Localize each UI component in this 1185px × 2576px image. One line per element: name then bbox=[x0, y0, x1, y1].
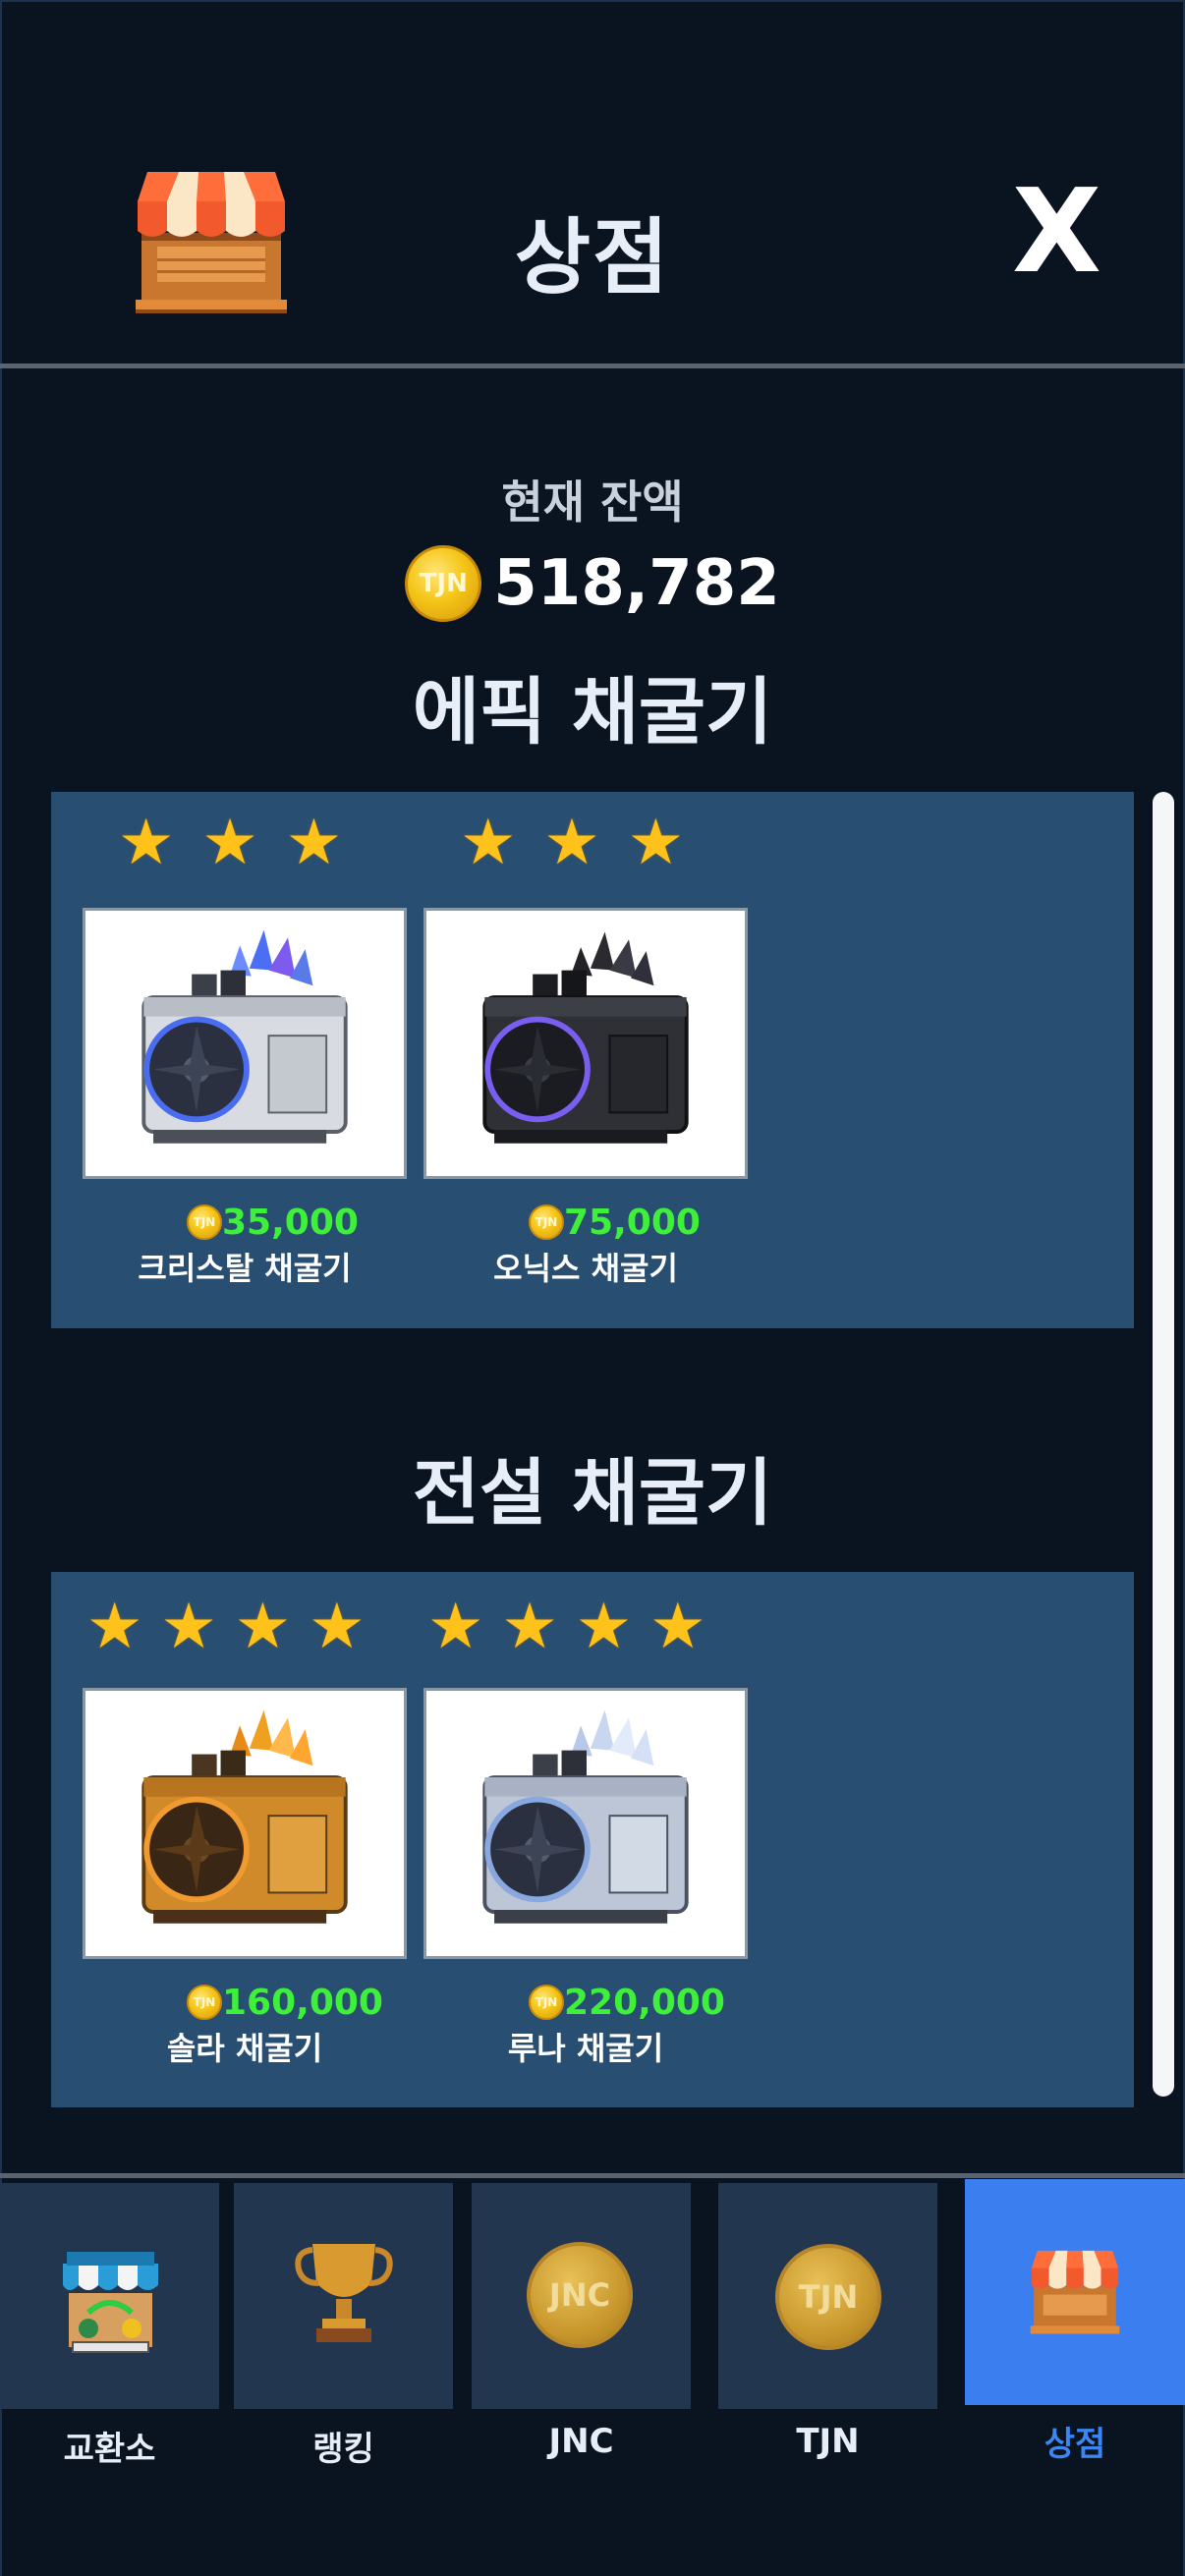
item-price: 75,000 bbox=[564, 1202, 701, 1243]
star-rating: ★ ★ ★ bbox=[460, 812, 684, 874]
trophy-icon bbox=[295, 2244, 393, 2342]
item-price: 220,000 bbox=[564, 1982, 725, 2023]
price-row: TJN 35,000 bbox=[187, 1202, 359, 1243]
miner-card-solar[interactable] bbox=[83, 1688, 407, 1959]
crystal-miner-image bbox=[141, 929, 348, 1144]
price-row: TJN 160,000 bbox=[187, 1982, 383, 2023]
nav-label: 랭킹 bbox=[312, 2430, 374, 2469]
tjn-coin-icon: TJN bbox=[529, 1204, 564, 1240]
item-name: 오닉스 채굴기 bbox=[493, 1250, 678, 1287]
nav-tab-ranking[interactable] bbox=[234, 2183, 453, 2409]
store-icon bbox=[1030, 2250, 1120, 2334]
star-icon: ★ bbox=[234, 1591, 292, 1663]
tjn-coin-icon: TJN bbox=[187, 1985, 222, 2020]
star-icon: ★ bbox=[118, 807, 175, 879]
star-icon: ★ bbox=[86, 1591, 143, 1663]
star-icon: ★ bbox=[201, 807, 258, 879]
balance-row: TJN 518,782 bbox=[0, 545, 1185, 622]
star-icon: ★ bbox=[427, 1591, 484, 1663]
onyx-miner-image bbox=[482, 931, 689, 1144]
item-name: 솔라 채굴기 bbox=[166, 2030, 323, 2067]
section-title-epic: 에픽 채굴기 bbox=[412, 670, 773, 755]
star-rating: ★ ★ ★ ★ bbox=[86, 1596, 366, 1658]
header: 상점 X bbox=[0, 0, 1185, 365]
item-name: 크리스탈 채굴기 bbox=[138, 1250, 352, 1287]
tjn-coin-icon: TJN bbox=[529, 1985, 564, 2020]
nav-label: 교환소 bbox=[63, 2430, 156, 2469]
exchange-stall-icon bbox=[63, 2252, 158, 2353]
item-price: 160,000 bbox=[222, 1982, 383, 2023]
star-rating: ★ ★ ★ ★ bbox=[427, 1596, 706, 1658]
balance-label: 현재 잔액 bbox=[501, 476, 684, 529]
star-icon: ★ bbox=[543, 807, 600, 879]
item-price: 35,000 bbox=[222, 1202, 359, 1243]
star-icon: ★ bbox=[285, 807, 343, 879]
nav-label: TJN bbox=[796, 2422, 860, 2461]
nav-tab-exchange[interactable] bbox=[0, 2183, 219, 2409]
star-icon: ★ bbox=[649, 1591, 706, 1663]
miner-card-onyx[interactable] bbox=[423, 908, 748, 1179]
page-title: 상점 bbox=[514, 209, 671, 306]
close-button[interactable]: X bbox=[1012, 173, 1101, 289]
nav-divider bbox=[0, 2173, 1185, 2178]
scrollbar[interactable] bbox=[1153, 792, 1174, 2097]
tjn-coin-icon: TJN bbox=[775, 2244, 881, 2350]
star-icon: ★ bbox=[575, 1591, 633, 1663]
nav-tab-tjn[interactable]: TJN bbox=[718, 2183, 937, 2409]
nav-tab-store[interactable] bbox=[965, 2179, 1185, 2405]
star-icon: ★ bbox=[460, 807, 517, 879]
star-icon: ★ bbox=[627, 807, 685, 879]
star-icon: ★ bbox=[309, 1591, 366, 1663]
tjn-coin-icon: TJN bbox=[405, 545, 482, 622]
tjn-coin-icon: TJN bbox=[187, 1204, 222, 1240]
section-title-legendary: 전설 채굴기 bbox=[412, 1451, 773, 1536]
jnc-coin-icon: JNC bbox=[527, 2242, 633, 2348]
header-divider bbox=[0, 364, 1185, 368]
balance-value: 518,782 bbox=[493, 547, 780, 620]
miner-card-crystal[interactable] bbox=[83, 908, 407, 1179]
price-row: TJN 75,000 bbox=[529, 1202, 701, 1243]
star-icon: ★ bbox=[501, 1591, 558, 1663]
miner-card-luna[interactable] bbox=[423, 1688, 748, 1959]
star-rating: ★ ★ ★ bbox=[118, 812, 342, 874]
solar-miner-image bbox=[141, 1709, 348, 1924]
item-name: 루나 채굴기 bbox=[507, 2030, 664, 2067]
nav-label-active: 상점 bbox=[1044, 2425, 1106, 2464]
luna-miner-image bbox=[482, 1709, 689, 1924]
nav-tab-jnc[interactable]: JNC bbox=[472, 2183, 691, 2409]
star-icon: ★ bbox=[160, 1591, 217, 1663]
price-row: TJN 220,000 bbox=[529, 1982, 725, 2023]
nav-label: JNC bbox=[548, 2422, 614, 2461]
